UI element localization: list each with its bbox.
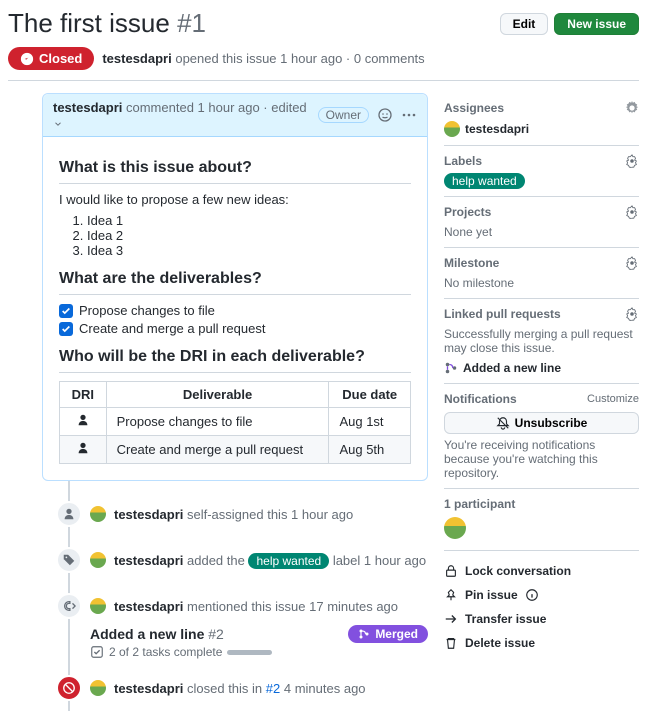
kebab-icon[interactable] xyxy=(401,107,417,123)
lock-conversation-action[interactable]: Lock conversation xyxy=(444,559,639,583)
timeline-item: testesdapri closed this in #2 4 minutes … xyxy=(58,665,428,711)
gear-icon[interactable] xyxy=(625,256,639,270)
issue-meta: testesdapri opened this issue 1 hour ago… xyxy=(102,51,424,66)
gear-icon[interactable] xyxy=(625,307,639,321)
status-badge: Closed xyxy=(8,47,94,70)
transfer-issue-action[interactable]: Transfer issue xyxy=(444,607,639,631)
timeline-item: testesdapri mentioned this issue 17 minu… xyxy=(58,583,428,629)
idea-list: Idea 1 Idea 2 Idea 3 xyxy=(59,213,411,258)
closed-icon xyxy=(56,675,82,701)
assignees-section: Assignees testesdapri xyxy=(444,93,639,146)
comment-body: What is this issue about? I would like t… xyxy=(43,137,427,480)
avatar[interactable] xyxy=(90,598,106,614)
comment-meta: testesdapri commented 1 hour ago · edite… xyxy=(53,100,318,130)
participants-section: 1 participant xyxy=(444,489,639,551)
comment-box: testesdapri commented 1 hour ago · edite… xyxy=(42,93,428,481)
gear-icon[interactable] xyxy=(625,154,639,168)
avatar[interactable] xyxy=(444,121,460,137)
linked-prs-section: Linked pull requests Successfully mergin… xyxy=(444,299,639,384)
label-pill[interactable]: help wanted xyxy=(248,553,329,569)
projects-section: Projects None yet xyxy=(444,197,639,248)
owner-badge: Owner xyxy=(318,107,369,123)
chevron-down-icon[interactable] xyxy=(53,119,63,129)
customize-link[interactable]: Customize xyxy=(587,393,639,405)
checklist-icon xyxy=(90,645,104,659)
assignee-name[interactable]: testesdapri xyxy=(465,122,529,136)
avatar[interactable] xyxy=(444,517,466,539)
labels-section: Labels help wanted xyxy=(444,146,639,197)
merge-icon xyxy=(444,361,458,375)
issue-link[interactable]: #2 xyxy=(266,681,280,696)
info-icon xyxy=(525,588,539,602)
lock-icon xyxy=(444,564,458,578)
gear-icon[interactable] xyxy=(625,205,639,219)
task-item[interactable]: Propose changes to file xyxy=(59,303,411,318)
avatar[interactable] xyxy=(90,680,106,696)
timeline-item: testesdapri self-assigned this 1 hour ag… xyxy=(58,491,428,537)
person-icon xyxy=(56,501,82,527)
checkbox-checked-icon xyxy=(59,304,73,318)
milestone-section: Milestone No milestone xyxy=(444,248,639,299)
progress-bar xyxy=(227,650,272,655)
dri-table: DRIDeliverableDue date Propose changes t… xyxy=(59,381,411,464)
pin-issue-action[interactable]: Pin issue xyxy=(444,583,639,607)
issue-title: The first issue #1 xyxy=(8,8,206,39)
edit-button[interactable]: Edit xyxy=(500,13,549,35)
closed-icon xyxy=(20,52,34,66)
delete-issue-action[interactable]: Delete issue xyxy=(444,631,639,655)
smiley-icon[interactable] xyxy=(377,107,393,123)
notifications-section: NotificationsCustomize Unsubscribe You'r… xyxy=(444,384,639,489)
new-issue-button[interactable]: New issue xyxy=(554,13,639,35)
label-pill[interactable]: help wanted xyxy=(444,173,525,189)
referenced-item[interactable]: Added a new line #2 Merged 2 of 2 tasks … xyxy=(90,625,428,659)
linked-pr-link[interactable]: Added a new line xyxy=(463,361,561,375)
unsubscribe-button[interactable]: Unsubscribe xyxy=(444,412,639,434)
bell-slash-icon xyxy=(496,416,510,430)
checkbox-checked-icon xyxy=(59,322,73,336)
pin-icon xyxy=(444,588,458,602)
cross-reference-icon xyxy=(56,593,82,619)
trash-icon xyxy=(444,636,458,650)
tag-icon xyxy=(56,547,82,573)
avatar[interactable] xyxy=(90,552,106,568)
person-icon xyxy=(76,413,90,427)
arrow-right-icon xyxy=(444,612,458,626)
task-item[interactable]: Create and merge a pull request xyxy=(59,321,411,336)
avatar[interactable] xyxy=(90,506,106,522)
timeline-item: testesdapri added the help wanted label … xyxy=(58,537,428,583)
person-icon xyxy=(76,441,90,455)
gear-icon[interactable] xyxy=(625,101,639,115)
